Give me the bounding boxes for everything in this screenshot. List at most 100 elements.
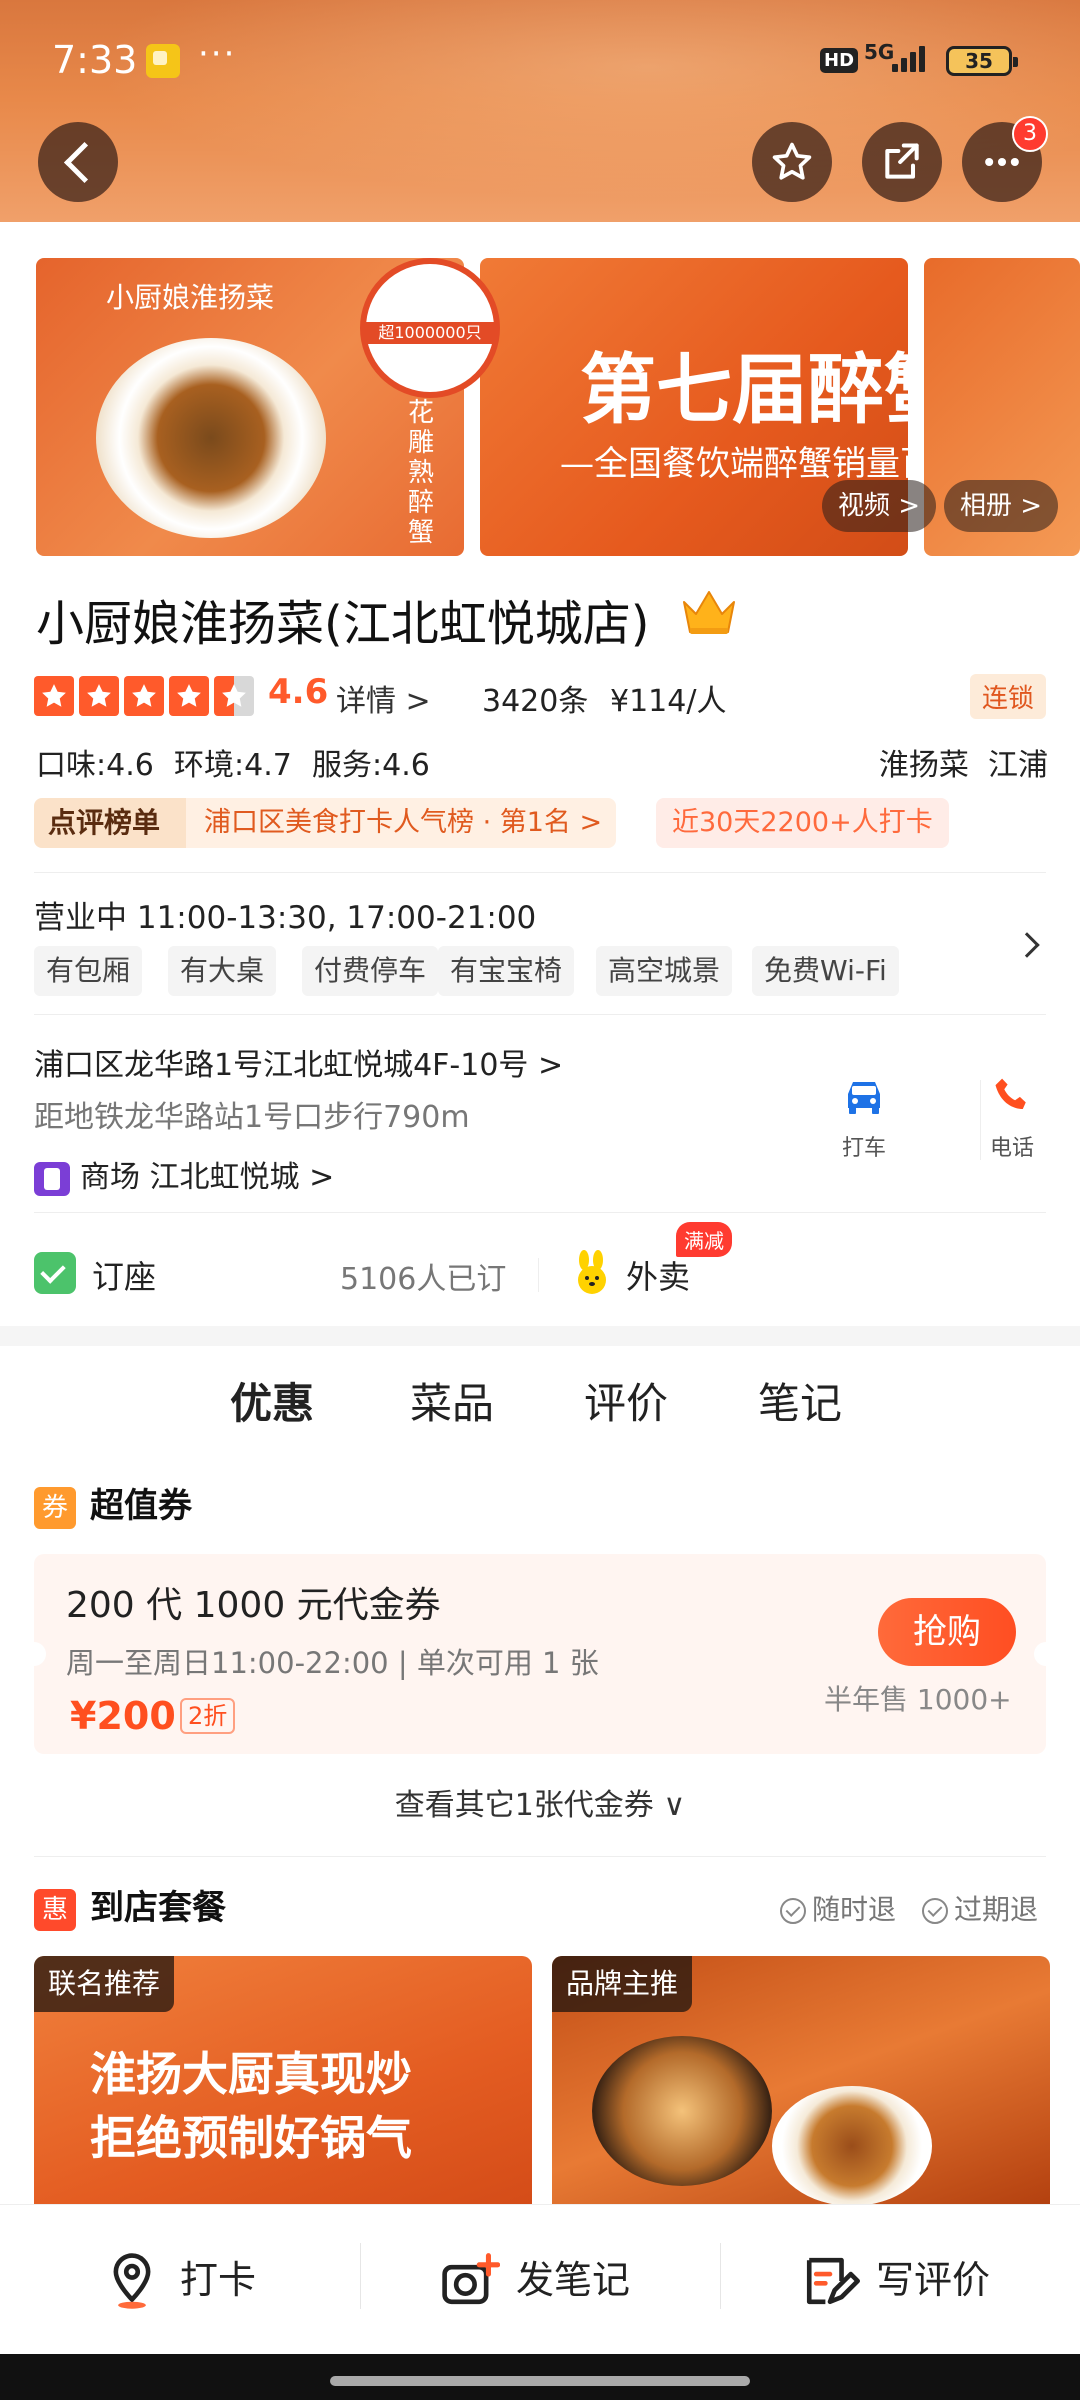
facility-tag: 有宝宝椅 — [438, 946, 575, 996]
package-tag: 联名推荐 — [34, 1956, 175, 2012]
booking-check-icon[interactable] — [34, 1252, 76, 1294]
facility-tag: 有包厢 — [34, 946, 143, 996]
star-icon — [79, 676, 119, 716]
cuisine-label: 淮扬菜 — [878, 748, 969, 783]
share-icon — [885, 143, 919, 179]
tab-reviews[interactable]: 评价 — [584, 1370, 668, 1431]
tab-deals[interactable]: 优惠 — [230, 1370, 314, 1431]
drunken-crab-plate — [96, 338, 326, 538]
bottom-action-bar: 打卡 发笔记 写评价 — [0, 2204, 1080, 2354]
battery-icon: 35 — [946, 46, 1018, 76]
half-star-icon — [214, 676, 254, 716]
notification-icon — [146, 44, 180, 78]
facility-tag: 高空城景 — [596, 946, 733, 996]
address-link[interactable]: 浦口区龙华路1号江北虹悦城4F-10号 > — [34, 1040, 563, 1084]
back-button[interactable] — [38, 122, 118, 202]
divider — [720, 2243, 721, 2309]
tab-dishes[interactable]: 菜品 — [410, 1370, 494, 1431]
image-subtitle: —全国餐饮端醉蟹销量百万 — [560, 444, 908, 484]
video-button[interactable]: 视频 > — [822, 480, 937, 532]
coupon-icon: 券 — [34, 1486, 76, 1529]
chevron-right-icon[interactable] — [1014, 932, 1040, 958]
star-icon — [124, 676, 164, 716]
ranking-link[interactable]: 浦口区美食打卡人气榜 · 第1名 > — [186, 798, 617, 848]
camera-plus-icon — [442, 2253, 500, 2305]
home-indicator[interactable] — [330, 2376, 750, 2386]
booking-row: 订座 5106人已订 外卖 满减 — [34, 1222, 1046, 1310]
divider — [34, 872, 1046, 873]
area-label: 江浦 — [988, 748, 1048, 783]
share-button[interactable] — [862, 122, 942, 202]
location-pin-icon — [113, 2253, 151, 2309]
crab-image — [772, 2086, 932, 2206]
more-badge: 3 — [1012, 116, 1048, 152]
facility-tag: 免费Wi-Fi — [752, 946, 899, 996]
network-label: 5G — [864, 40, 895, 64]
hd-icon: HD — [820, 48, 859, 73]
star-rating — [34, 676, 259, 716]
taxi-button[interactable]: 打车 — [804, 1074, 924, 1162]
hotpot-image — [592, 2036, 772, 2186]
car-icon — [848, 1082, 880, 1114]
business-hours[interactable]: 营业中 11:00-13:30, 17:00-21:00 — [34, 892, 536, 937]
checkin-label: 打卡 — [180, 2258, 257, 2302]
package-card-1[interactable]: 联名推荐 淮扬大厨真现炒 拒绝预制好锅气 — [34, 1956, 532, 2206]
system-navigation-area — [0, 2354, 1080, 2400]
checkin-button[interactable]: 打卡 — [104, 2205, 334, 2355]
image-title: 第七届醉蟹 — [580, 345, 908, 434]
check-circle-icon — [922, 1898, 948, 1924]
mall-link[interactable]: 商场 江北虹悦城 > — [34, 1152, 334, 1196]
more-coupons-link[interactable]: 查看其它1张代金券 ∨ — [0, 1780, 1080, 1824]
write-review-label: 写评价 — [876, 2258, 991, 2302]
taxi-label: 打车 — [841, 1136, 886, 1161]
divider — [34, 1014, 1046, 1015]
divider — [34, 1212, 1046, 1213]
package-section-title: 到店套餐 — [90, 1888, 226, 1928]
signal-icon — [892, 42, 932, 72]
review-count[interactable]: 3420条 — [482, 676, 588, 720]
section-separator — [0, 1326, 1080, 1346]
divider — [360, 2243, 361, 2309]
coupon-price: ¥200 — [70, 1694, 176, 1738]
taste-score: 口味:4.6 — [36, 748, 154, 783]
booking-button[interactable]: 订座 — [92, 1252, 156, 1298]
buy-button[interactable]: 抢购 — [878, 1598, 1016, 1666]
takeout-kangaroo-icon[interactable] — [572, 1250, 612, 1296]
post-note-button[interactable]: 发笔记 — [440, 2205, 680, 2355]
environment-score: 环境:4.7 — [174, 748, 292, 783]
shop-name: 小厨娘淮扬菜(江北虹悦城店) — [36, 596, 650, 652]
coupon-card[interactable]: 200 代 1000 元代金券 周一至周日11:00-22:00 | 单次可用 … — [22, 1554, 1058, 1754]
sales-stamp: 超1000000只 — [360, 258, 500, 398]
more-button[interactable]: 3 — [962, 116, 1048, 202]
header-banner: 7:33 ··· HD 5G 35 3 — [0, 0, 1080, 222]
divider — [538, 1258, 539, 1292]
more-notifications-icon: ··· — [198, 34, 237, 74]
write-review-button[interactable]: 写评价 — [800, 2205, 1040, 2355]
chain-badge: 连锁 — [969, 674, 1046, 719]
tab-notes[interactable]: 笔记 — [758, 1370, 842, 1431]
facility-tag: 付费停车 — [302, 946, 439, 996]
favorite-button[interactable] — [752, 122, 832, 202]
star-icon — [169, 676, 209, 716]
discount-badge: 满减 — [676, 1222, 732, 1257]
takeout-button[interactable]: 外卖 — [626, 1252, 690, 1298]
rating-score: 4.6 — [268, 672, 329, 712]
phone-button[interactable]: 电话 — [952, 1074, 1072, 1162]
album-button[interactable]: 相册 > — [944, 480, 1059, 532]
phone-icon — [995, 1078, 1026, 1110]
package-tag: 品牌主推 — [552, 1956, 693, 2012]
divider — [34, 1856, 1046, 1857]
package-card-2[interactable]: 品牌主推 — [552, 1956, 1050, 2206]
checkin-badge[interactable]: 近30天2200+人打卡 — [656, 798, 949, 848]
refund-expired: 过期退 — [922, 1888, 1038, 1928]
rating-detail-link[interactable]: 详情 > — [336, 676, 431, 720]
star-icon — [772, 142, 812, 180]
content-tabs: 优惠 菜品 评价 笔记 — [0, 1370, 1080, 1450]
star-icon — [34, 676, 74, 716]
ranking-label: 点评榜单 — [34, 798, 186, 848]
coupon-section-header: 券超值券 — [34, 1478, 192, 1529]
status-bar: 7:33 ··· HD 5G 35 — [0, 0, 1080, 120]
photo-gallery[interactable]: 小厨娘淮扬菜 陈年花雕熟醉蟹 超1000000只 第七届醉蟹 —全国餐饮端醉蟹销… — [0, 222, 1080, 582]
metro-distance: 距地铁龙华路站1号口步行790m — [34, 1100, 470, 1135]
crown-icon — [683, 591, 735, 634]
